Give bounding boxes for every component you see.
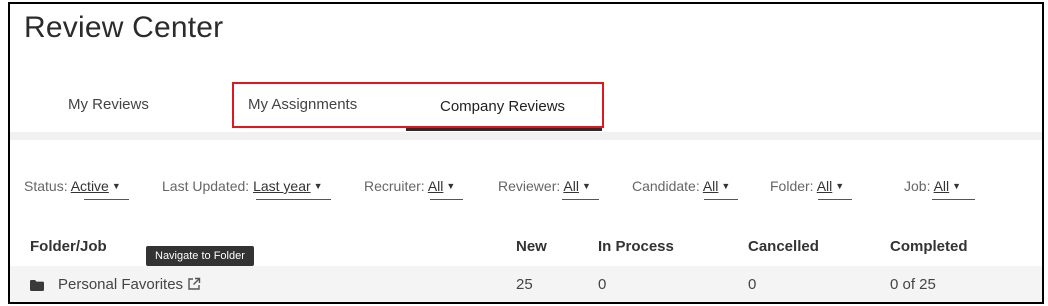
filter-label: Job: (904, 178, 931, 194)
section-divider (10, 132, 1042, 140)
folder-name-cell[interactable]: Personal Favorites (58, 276, 201, 293)
filter-underline (256, 199, 331, 200)
filter-label: Reviewer: (498, 178, 561, 194)
filter-value: All (427, 178, 444, 194)
caret-down-icon: ▼ (952, 181, 962, 191)
filter-recruiter[interactable]: Recruiter: All ▼ (364, 178, 464, 200)
caret-down-icon: ▼ (581, 181, 591, 191)
tooltip: Navigate to Folder (146, 246, 254, 266)
filter-underline (430, 199, 464, 200)
tab-label: My Reviews (68, 96, 149, 113)
cell-new: 25 (516, 276, 533, 293)
filter-last-updated[interactable]: Last Updated: Last year ▼ (162, 178, 331, 200)
tab-label: Company Reviews (440, 98, 566, 115)
filter-label: Candidate: (632, 178, 700, 194)
filter-label: Last Updated: (162, 178, 250, 194)
filter-underline (932, 199, 976, 200)
tab-company-reviews[interactable]: Company Reviews (406, 80, 602, 131)
folder-name: Personal Favorites (58, 276, 184, 293)
filter-reviewer[interactable]: Reviewer: All ▼ (498, 178, 599, 200)
column-header-folder-job[interactable]: Folder/Job (30, 238, 107, 255)
tab-my-reviews[interactable]: My Reviews (24, 80, 194, 130)
filter-value: All (563, 178, 579, 194)
filter-value: All (933, 178, 950, 194)
page-title: Review Center (24, 11, 224, 44)
tab-my-assignments[interactable]: My Assignments (232, 80, 406, 130)
review-center-panel: Review Center My Reviews My Assignments … (8, 2, 1044, 304)
filter-bar: Status: Active ▼ Last Updated: Last year ▼… (10, 172, 1042, 202)
filter-job[interactable]: Job: All ▼ (904, 178, 976, 200)
filter-label: Folder: (770, 178, 814, 194)
filter-value: Active (70, 178, 109, 194)
filter-label: Recruiter: (364, 178, 425, 194)
caret-down-icon: ▼ (835, 181, 845, 191)
filter-label: Status: (24, 178, 68, 194)
external-link-icon[interactable] (187, 277, 201, 291)
filter-underline (562, 199, 599, 200)
filter-status[interactable]: Status: Active ▼ (24, 178, 129, 200)
filter-value: Last year (253, 178, 311, 194)
column-header-cancelled[interactable]: Cancelled (748, 238, 819, 255)
filter-value: All (816, 178, 833, 194)
filter-folder[interactable]: Folder: All ▼ (770, 178, 853, 200)
tab-bar: My Reviews My Assignments Company Review… (10, 80, 1042, 132)
cell-completed: 0 of 25 (890, 276, 936, 293)
caret-down-icon: ▼ (721, 181, 731, 191)
filter-candidate[interactable]: Candidate: All ▼ (632, 178, 739, 200)
table-row[interactable]: Personal Favorites 25 0 0 0 of 25 (10, 266, 1042, 302)
folder-icon (30, 280, 44, 291)
caret-down-icon: ▼ (111, 181, 121, 191)
cell-cancelled: 0 (748, 276, 757, 293)
column-header-in-process[interactable]: In Process (598, 238, 674, 255)
filter-underline (704, 199, 739, 200)
caret-down-icon: ▼ (446, 181, 456, 191)
cell-in-process: 0 (598, 276, 607, 293)
filter-underline (84, 199, 129, 200)
column-header-completed[interactable]: Completed (890, 238, 968, 255)
column-header-new[interactable]: New (516, 238, 547, 255)
caret-down-icon: ▼ (313, 181, 323, 191)
filter-underline (818, 199, 853, 200)
filter-value: All (702, 178, 719, 194)
tab-label: My Assignments (248, 96, 358, 113)
